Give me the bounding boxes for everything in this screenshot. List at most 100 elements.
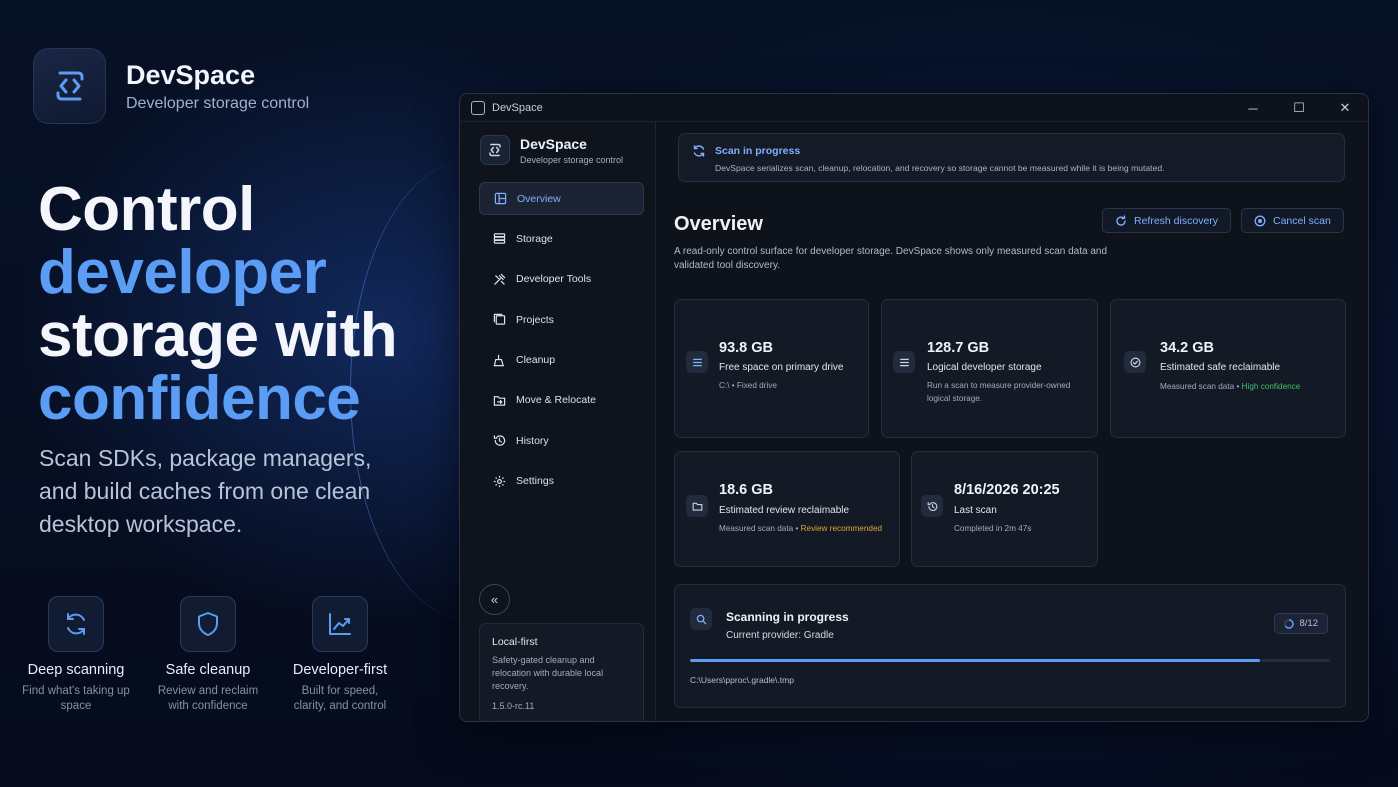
progress-ring-icon bbox=[1283, 618, 1294, 629]
feature-developer-first: Developer-first Built for speed, clarity… bbox=[284, 596, 396, 714]
feature-title: Safe cleanup bbox=[165, 662, 251, 678]
card-label: Estimated review reclaimable bbox=[719, 505, 850, 516]
refresh-icon bbox=[1115, 214, 1127, 227]
cancel-scan-button[interactable]: Cancel scan bbox=[1241, 208, 1344, 233]
title-bar[interactable]: DevSpace ─ ☐ ✕ bbox=[460, 94, 1368, 122]
brand-name: DevSpace bbox=[126, 59, 256, 90]
scan-status-banner: Scan in progress DevSpace serializes sca… bbox=[678, 133, 1345, 182]
refresh-discovery-button[interactable]: Refresh discovery bbox=[1102, 208, 1232, 233]
page-description: A read-only control surface for develope… bbox=[674, 246, 1108, 271]
sidebar-item-overview[interactable]: Overview bbox=[479, 182, 644, 215]
card-value: 34.2 GB bbox=[1160, 340, 1214, 356]
feature-safe-cleanup: Safe cleanup Review and reclaim with con… bbox=[152, 596, 264, 714]
feature-deep-scanning: Deep scanning Find what's taking up spac… bbox=[20, 596, 132, 714]
card-value: 128.7 GB bbox=[927, 340, 990, 356]
sidebar-app-name: DevSpace bbox=[520, 135, 587, 152]
feature-title: Deep scanning bbox=[27, 662, 125, 678]
projects-icon bbox=[492, 313, 506, 327]
sidebar-item-cleanup[interactable]: Cleanup bbox=[479, 344, 644, 377]
sidebar-item-storage[interactable]: Storage bbox=[479, 222, 644, 255]
card-label: Logical developer storage bbox=[927, 362, 1042, 373]
hero-line-1: Control bbox=[38, 175, 255, 244]
meta-source: Measured scan data • bbox=[719, 524, 801, 533]
feature-desc: Review and reclaim with confidence bbox=[157, 685, 259, 712]
card-meta: C:\ • Fixed drive bbox=[719, 381, 777, 390]
chevrons-left-icon: « bbox=[490, 592, 499, 607]
search-icon bbox=[690, 608, 712, 630]
refresh-icon bbox=[48, 596, 104, 652]
sidebar-item-label: Developer Tools bbox=[516, 273, 592, 286]
history-icon bbox=[921, 495, 943, 517]
card-label: Last scan bbox=[954, 505, 997, 516]
devspace-logo-icon bbox=[480, 135, 510, 165]
maximize-button[interactable]: ☐ bbox=[1276, 94, 1322, 122]
check-circle-icon bbox=[1124, 351, 1146, 373]
brand-subtitle: Developer storage control bbox=[126, 94, 310, 112]
hero-line-3: storage with bbox=[38, 301, 398, 370]
meta-source: Measured scan data • bbox=[1160, 382, 1242, 391]
scan-count: 8/12 bbox=[1299, 618, 1319, 629]
sync-icon bbox=[692, 144, 706, 163]
history-icon bbox=[492, 434, 506, 448]
storage-icon bbox=[686, 351, 708, 373]
scan-current-path: C:\Users\pproc\.gradle\.tmp bbox=[690, 675, 794, 685]
shield-icon bbox=[180, 596, 236, 652]
card-meta: Completed in 2m 47s bbox=[954, 524, 1032, 533]
folder-icon bbox=[686, 495, 708, 517]
hero-line-2: developer bbox=[38, 238, 327, 307]
window-title: DevSpace bbox=[492, 101, 543, 114]
local-first-card: Local-first Safety-gated cleanup and rel… bbox=[479, 623, 644, 721]
sidebar-item-projects[interactable]: Projects bbox=[479, 303, 644, 336]
card-safe-reclaimable: 34.2 GB Estimated safe reclaimable Measu… bbox=[1110, 299, 1346, 438]
app-icon bbox=[471, 100, 485, 115]
app-version: 1.5.0-rc.11 bbox=[492, 701, 535, 711]
move-icon bbox=[492, 393, 506, 407]
sidebar-item-label: Settings bbox=[516, 475, 554, 488]
sidebar-item-label: Storage bbox=[516, 232, 553, 245]
chart-icon bbox=[312, 596, 368, 652]
scan-progress-fill bbox=[690, 659, 1260, 662]
app-window: DevSpace ─ ☐ ✕ DevSpace Developer storag… bbox=[459, 93, 1369, 722]
card-meta: Measured scan data • High confidence bbox=[1160, 380, 1300, 393]
card-logical-storage: 128.7 GB Logical developer storage Run a… bbox=[881, 299, 1098, 438]
card-review-reclaimable: 18.6 GB Estimated review reclaimable Mea… bbox=[674, 451, 900, 567]
sidebar-item-move-relocate[interactable]: Move & Relocate bbox=[479, 384, 644, 417]
sidebar-item-label: Move & Relocate bbox=[516, 394, 596, 407]
hero-line-4: confidence bbox=[38, 364, 361, 433]
devspace-logo-icon bbox=[33, 48, 106, 124]
card-free-space: 93.8 GB Free space on primary drive C:\ … bbox=[674, 299, 869, 438]
card-value: 8/16/2026 20:25 bbox=[954, 482, 1060, 498]
sidebar: DevSpace Developer storage control Overv… bbox=[460, 122, 656, 721]
banner-title: Scan in progress bbox=[715, 145, 801, 157]
minimize-button[interactable]: ─ bbox=[1230, 94, 1276, 122]
hero-headline: Control developer storage with confidenc… bbox=[38, 175, 398, 433]
card-meta: Run a scan to measure provider-owned log… bbox=[927, 381, 1071, 403]
card-last-scan: 8/16/2026 20:25 Last scan Completed in 2… bbox=[911, 451, 1098, 567]
page-title: Overview bbox=[674, 213, 763, 235]
review-status: Review recommended bbox=[800, 524, 883, 533]
settings-icon bbox=[492, 474, 506, 488]
main-content: Scan in progress DevSpace serializes sca… bbox=[657, 122, 1368, 721]
feature-desc: Find what's taking up space bbox=[22, 685, 130, 712]
confidence-status: High confidence bbox=[1241, 382, 1301, 391]
card-meta: Measured scan data • Review recommended bbox=[719, 522, 882, 535]
tools-icon bbox=[492, 272, 506, 286]
sidebar-item-label: History bbox=[516, 434, 549, 447]
feature-list: Deep scanning Find what's taking up spac… bbox=[20, 596, 416, 714]
card-label: Estimated safe reclaimable bbox=[1160, 362, 1281, 373]
scan-progress-bar bbox=[690, 659, 1330, 662]
scan-title: Scanning in progress bbox=[726, 610, 849, 624]
feature-desc: Built for speed, clarity, and control bbox=[293, 685, 387, 712]
window-controls: ─ ☐ ✕ bbox=[1230, 94, 1368, 122]
feature-title: Developer-first bbox=[292, 662, 388, 678]
hero-subtitle: Scan SDKs, package managers, and build c… bbox=[39, 445, 372, 537]
sidebar-item-settings[interactable]: Settings bbox=[479, 465, 644, 498]
close-button[interactable]: ✕ bbox=[1322, 94, 1368, 122]
collapse-sidebar-button[interactable]: « bbox=[479, 584, 510, 615]
stop-circle-icon bbox=[1254, 215, 1266, 227]
sidebar-item-developer-tools[interactable]: Developer Tools bbox=[479, 263, 644, 296]
sidebar-item-history[interactable]: History bbox=[479, 424, 644, 457]
banner-desc: DevSpace serializes scan, cleanup, reloc… bbox=[715, 163, 1165, 173]
sidebar-item-label: Projects bbox=[516, 313, 554, 326]
cleanup-icon bbox=[492, 353, 506, 367]
